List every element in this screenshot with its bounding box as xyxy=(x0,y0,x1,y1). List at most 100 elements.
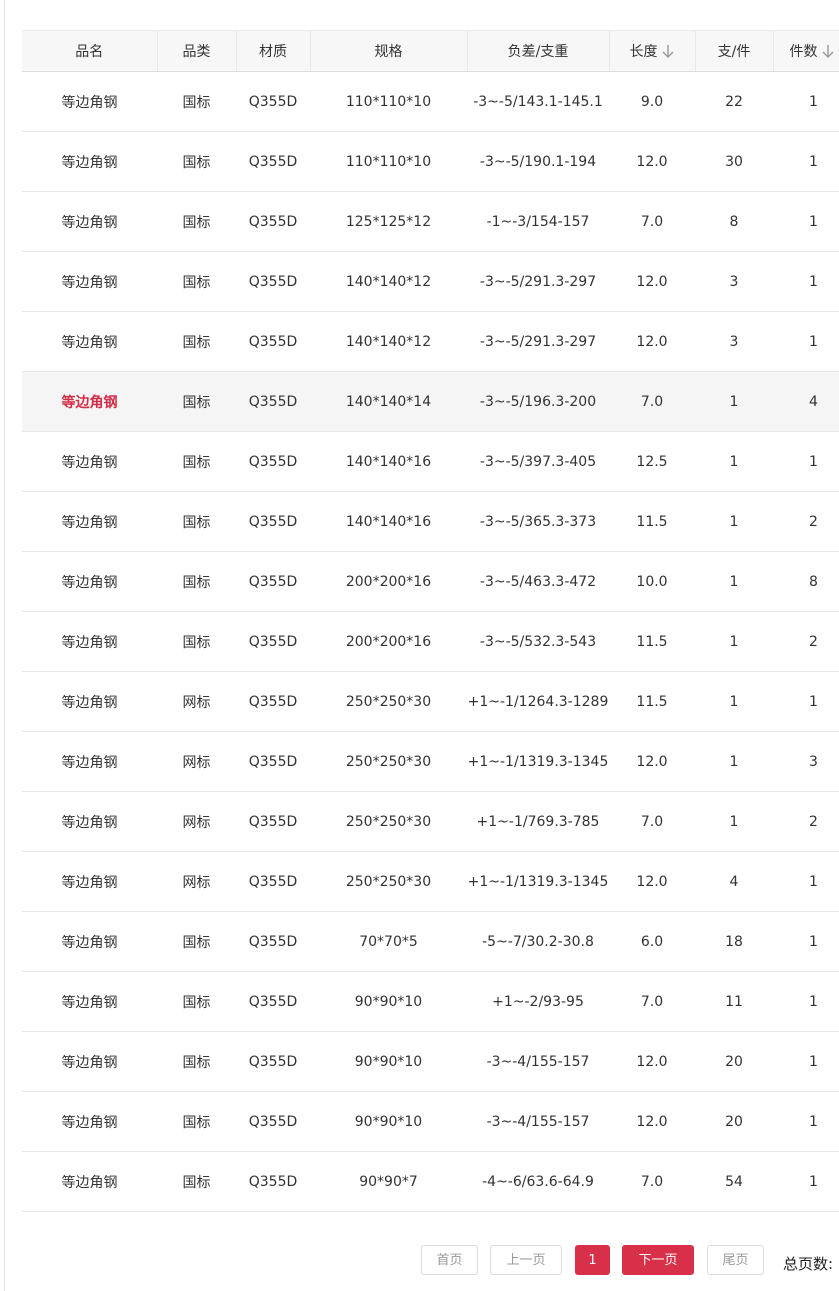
cell-spec: 200*200*16 xyxy=(310,611,467,672)
cell-material: Q355D xyxy=(236,191,310,252)
cell-length: 11.5 xyxy=(609,671,695,732)
table-row[interactable]: 等边角钢 国标 Q355D 90*90*10 -3~-4/155-157 12.0 20 1 xyxy=(22,1031,839,1092)
cell-material: Q355D xyxy=(236,791,310,852)
table-row[interactable]: 等边角钢 网标 Q355D 250*250*30 +1~-1/1319.3-1345 12… xyxy=(22,731,839,792)
cell-count: 1 xyxy=(773,971,839,1032)
cell-pcs: 8 xyxy=(695,191,773,252)
table-row[interactable]: 等边角钢 国标 Q355D 200*200*16 -3~-5/532.3-543 11.5… xyxy=(22,611,839,672)
current-page-button[interactable]: 1 xyxy=(575,1245,610,1275)
cell-pcs: 1 xyxy=(695,371,773,432)
column-header-pcs[interactable]: 支/件 xyxy=(694,30,773,72)
table-row[interactable]: 等边角钢 国标 Q355D 90*90*10 -3~-4/155-157 12.0 20 1 xyxy=(22,1091,839,1152)
column-header-name[interactable]: 品名 xyxy=(22,30,157,72)
cell-count: 1 xyxy=(773,131,839,192)
cell-length: 12.0 xyxy=(609,731,695,792)
cell-name: 等边角钢 xyxy=(22,1031,157,1092)
cell-name: 等边角钢 xyxy=(22,851,157,912)
cell-tolerance: +1~-1/1319.3-1345 xyxy=(467,731,609,792)
table-row[interactable]: 等边角钢 国标 Q355D 200*200*16 -3~-5/463.3-472 10.0… xyxy=(22,551,839,612)
cell-material: Q355D xyxy=(236,311,310,372)
cell-length: 11.5 xyxy=(609,491,695,552)
cell-count: 1 xyxy=(773,71,839,132)
cell-name: 等边角钢 xyxy=(22,191,157,252)
cell-material: Q355D xyxy=(236,131,310,192)
product-table: 品名 品类 材质 规格 负差/支重 长度 支/件 件数 等边角钢 国标 Q355D 1… xyxy=(22,30,839,1212)
table-row[interactable]: 等边角钢 国标 Q355D 140*140*16 -3~-5/365.3-373 11.5… xyxy=(22,491,839,552)
cell-category: 国标 xyxy=(157,1091,236,1152)
cell-pcs: 4 xyxy=(695,851,773,912)
column-header-material[interactable]: 材质 xyxy=(235,30,310,72)
cell-category: 网标 xyxy=(157,791,236,852)
cell-tolerance: -3~-5/532.3-543 xyxy=(467,611,609,672)
table-row[interactable]: 等边角钢 国标 Q355D 110*110*10 -3~-5/190.1-194 12.0… xyxy=(22,131,839,192)
table-row[interactable]: 等边角钢 国标 Q355D 110*110*10 -3~-5/143.1-145.1 9.… xyxy=(22,71,839,132)
table-row[interactable]: 等边角钢 国标 Q355D 140*140*12 -3~-5/291.3-297 12.0… xyxy=(22,251,839,312)
table-row[interactable]: 等边角钢 国标 Q355D 90*90*10 +1~-2/93-95 7.0 11 1 xyxy=(22,971,839,1032)
cell-tolerance: +1~-2/93-95 xyxy=(467,971,609,1032)
cell-count: 3 xyxy=(773,731,839,792)
column-header-length[interactable]: 长度 xyxy=(608,30,695,72)
table-row[interactable]: 等边角钢 国标 Q355D 125*125*12 -1~-3/154-157 7.0 8 1 xyxy=(22,191,839,252)
sort-down-icon[interactable] xyxy=(821,43,835,59)
cell-name: 等边角钢 xyxy=(22,491,157,552)
cell-spec: 200*200*16 xyxy=(310,551,467,612)
column-header-spec[interactable]: 规格 xyxy=(309,30,467,72)
cell-spec: 90*90*10 xyxy=(310,1091,467,1152)
cell-material: Q355D xyxy=(236,611,310,672)
cell-category: 国标 xyxy=(157,431,236,492)
cell-material: Q355D xyxy=(236,71,310,132)
cell-category: 网标 xyxy=(157,851,236,912)
cell-length: 7.0 xyxy=(609,791,695,852)
first-page-button[interactable]: 首页 xyxy=(421,1245,478,1275)
column-header-category[interactable]: 品类 xyxy=(156,30,236,72)
cell-pcs: 1 xyxy=(695,491,773,552)
table-row[interactable]: 等边角钢 国标 Q355D 70*70*5 -5~-7/30.2-30.8 6.0 18 1 xyxy=(22,911,839,972)
cell-spec: 125*125*12 xyxy=(310,191,467,252)
cell-pcs: 11 xyxy=(695,971,773,1032)
cell-length: 12.0 xyxy=(609,1031,695,1092)
cell-category: 国标 xyxy=(157,191,236,252)
cell-pcs: 18 xyxy=(695,911,773,972)
table-row[interactable]: 等边角钢 国标 Q355D 90*90*7 -4~-6/63.6-64.9 7.0 54 1 xyxy=(22,1151,839,1212)
cell-length: 9.0 xyxy=(609,71,695,132)
cell-tolerance: -3~-5/190.1-194 xyxy=(467,131,609,192)
column-header-tolerance[interactable]: 负差/支重 xyxy=(466,30,609,72)
pagination: 首页 上一页 1 下一页 尾页 总页数: xyxy=(0,1245,839,1277)
cell-category: 国标 xyxy=(157,1031,236,1092)
cell-spec: 110*110*10 xyxy=(310,71,467,132)
sort-down-icon[interactable] xyxy=(661,43,675,59)
cell-count: 1 xyxy=(773,1031,839,1092)
last-page-button[interactable]: 尾页 xyxy=(707,1245,764,1275)
table-row[interactable]: 等边角钢 网标 Q355D 250*250*30 +1~-1/769.3-785 7.0 1… xyxy=(22,791,839,852)
table-row[interactable]: 等边角钢 国标 Q355D 140*140*12 -3~-5/291.3-297 12.0… xyxy=(22,311,839,372)
cell-pcs: 1 xyxy=(695,791,773,852)
cell-pcs: 1 xyxy=(695,431,773,492)
cell-length: 12.0 xyxy=(609,851,695,912)
next-page-button[interactable]: 下一页 xyxy=(622,1245,694,1275)
cell-count: 1 xyxy=(773,851,839,912)
cell-length: 7.0 xyxy=(609,971,695,1032)
cell-material: Q355D xyxy=(236,551,310,612)
cell-spec: 140*140*16 xyxy=(310,491,467,552)
table-row[interactable]: 等边角钢 国标 Q355D 140*140*16 -3~-5/397.3-405 12.5… xyxy=(22,431,839,492)
cell-pcs: 22 xyxy=(695,71,773,132)
cell-material: Q355D xyxy=(236,971,310,1032)
prev-page-button[interactable]: 上一页 xyxy=(490,1245,562,1275)
column-header-count[interactable]: 件数 xyxy=(772,30,839,72)
cell-name: 等边角钢 xyxy=(22,71,157,132)
cell-tolerance: -4~-6/63.6-64.9 xyxy=(467,1151,609,1212)
cell-tolerance: -3~-5/291.3-297 xyxy=(467,251,609,312)
cell-spec: 70*70*5 xyxy=(310,911,467,972)
cell-category: 国标 xyxy=(157,311,236,372)
table-row[interactable]: 等边角钢 国标 Q355D 140*140*14 -3~-5/196.3-200 7.0 1… xyxy=(22,371,839,432)
table-row[interactable]: 等边角钢 网标 Q355D 250*250*30 +1~-1/1264.3-1289 11… xyxy=(22,671,839,732)
cell-pcs: 1 xyxy=(695,731,773,792)
cell-count: 2 xyxy=(773,611,839,672)
cell-material: Q355D xyxy=(236,491,310,552)
cell-category: 国标 xyxy=(157,1151,236,1212)
cell-tolerance: -3~-4/155-157 xyxy=(467,1031,609,1092)
cell-material: Q355D xyxy=(236,731,310,792)
cell-tolerance: -3~-4/155-157 xyxy=(467,1091,609,1152)
table-row[interactable]: 等边角钢 网标 Q355D 250*250*30 +1~-1/1319.3-1345 12… xyxy=(22,851,839,912)
cell-tolerance: -3~-5/143.1-145.1 xyxy=(467,71,609,132)
